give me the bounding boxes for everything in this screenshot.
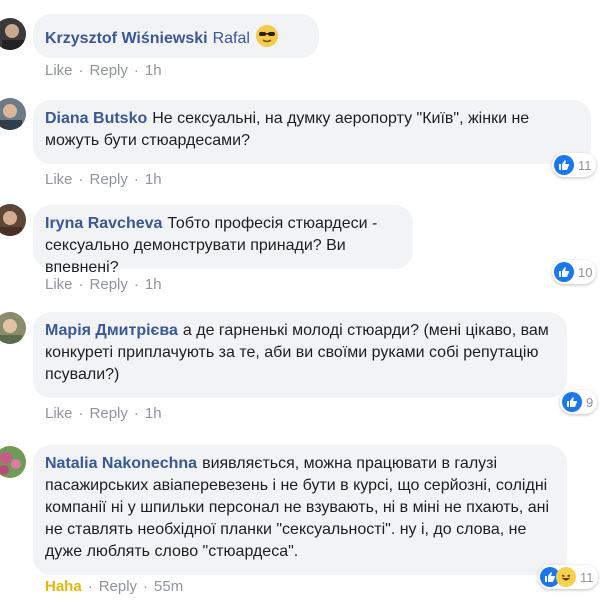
comment-actions: Like · Reply · 1h xyxy=(45,405,162,422)
comment-actions: Like · Reply · 1h xyxy=(45,62,162,79)
timestamp[interactable]: 1h xyxy=(145,405,162,422)
avatar[interactable] xyxy=(0,446,26,478)
like-button[interactable]: Like xyxy=(45,276,73,293)
comment-actions: Like · Reply · 1h xyxy=(45,276,162,293)
comment-actions: Like · Reply · 1h xyxy=(45,171,162,188)
timestamp[interactable]: 55m xyxy=(154,578,183,595)
author-name[interactable]: Iryna Ravcheva xyxy=(45,215,162,232)
author-name[interactable]: Krzysztof Wiśniewski xyxy=(45,30,208,47)
timestamp[interactable]: 1h xyxy=(145,276,162,293)
reaction-count[interactable]: 11 xyxy=(538,565,598,589)
timestamp[interactable]: 1h xyxy=(145,171,162,188)
reaction-count[interactable]: 9 xyxy=(560,390,598,414)
cool-sunglasses-emoji-icon xyxy=(256,25,279,47)
thumbs-up-icon xyxy=(562,392,582,412)
reply-button[interactable]: Reply xyxy=(90,62,128,79)
avatar[interactable] xyxy=(0,204,26,236)
like-button[interactable]: Like xyxy=(45,405,73,422)
reaction-count-text: 10 xyxy=(578,264,593,280)
avatar[interactable] xyxy=(0,98,26,130)
timestamp[interactable]: 1h xyxy=(145,62,162,79)
haha-icon xyxy=(556,567,576,587)
comment-bubble: Марія Дмитрієва а де гарненькі молоді стю… xyxy=(33,312,567,398)
thumbs-up-icon xyxy=(554,155,574,175)
reaction-count[interactable]: 11 xyxy=(552,153,596,177)
reply-button[interactable]: Reply xyxy=(99,578,137,595)
avatar[interactable] xyxy=(0,312,26,344)
reaction-count-text: 11 xyxy=(578,157,592,173)
comment-bubble: Diana Butsko Не сексуальні, на думку аеро… xyxy=(33,100,591,164)
reply-button[interactable]: Reply xyxy=(90,171,128,188)
comment-actions: Haha · Reply · 55m xyxy=(45,578,184,595)
comment-bubble: Iryna Ravcheva Тобто професія стюардеси -… xyxy=(33,205,413,276)
author-name[interactable]: Natalia Nakonechna xyxy=(45,455,197,472)
reply-button[interactable]: Reply xyxy=(90,276,128,293)
reply-button[interactable]: Reply xyxy=(90,405,128,422)
like-button[interactable]: Like xyxy=(45,171,73,188)
comment-text[interactable]: Rafal xyxy=(213,30,250,47)
reaction-count-text: 11 xyxy=(580,569,594,585)
like-button[interactable]: Like xyxy=(45,62,73,79)
avatar[interactable] xyxy=(0,18,26,50)
comment-bubble: Krzysztof Wiśniewski Rafal xyxy=(33,14,319,58)
comment-bubble: Natalia Nakonechna виявляється, можна пра… xyxy=(33,445,567,575)
author-name[interactable]: Марія Дмитрієва xyxy=(45,322,178,339)
thumbs-up-icon xyxy=(554,262,574,282)
reaction-count[interactable]: 10 xyxy=(552,260,597,284)
haha-button[interactable]: Haha xyxy=(45,578,82,595)
author-name[interactable]: Diana Butsko xyxy=(45,110,147,127)
reaction-count-text: 9 xyxy=(586,394,594,410)
